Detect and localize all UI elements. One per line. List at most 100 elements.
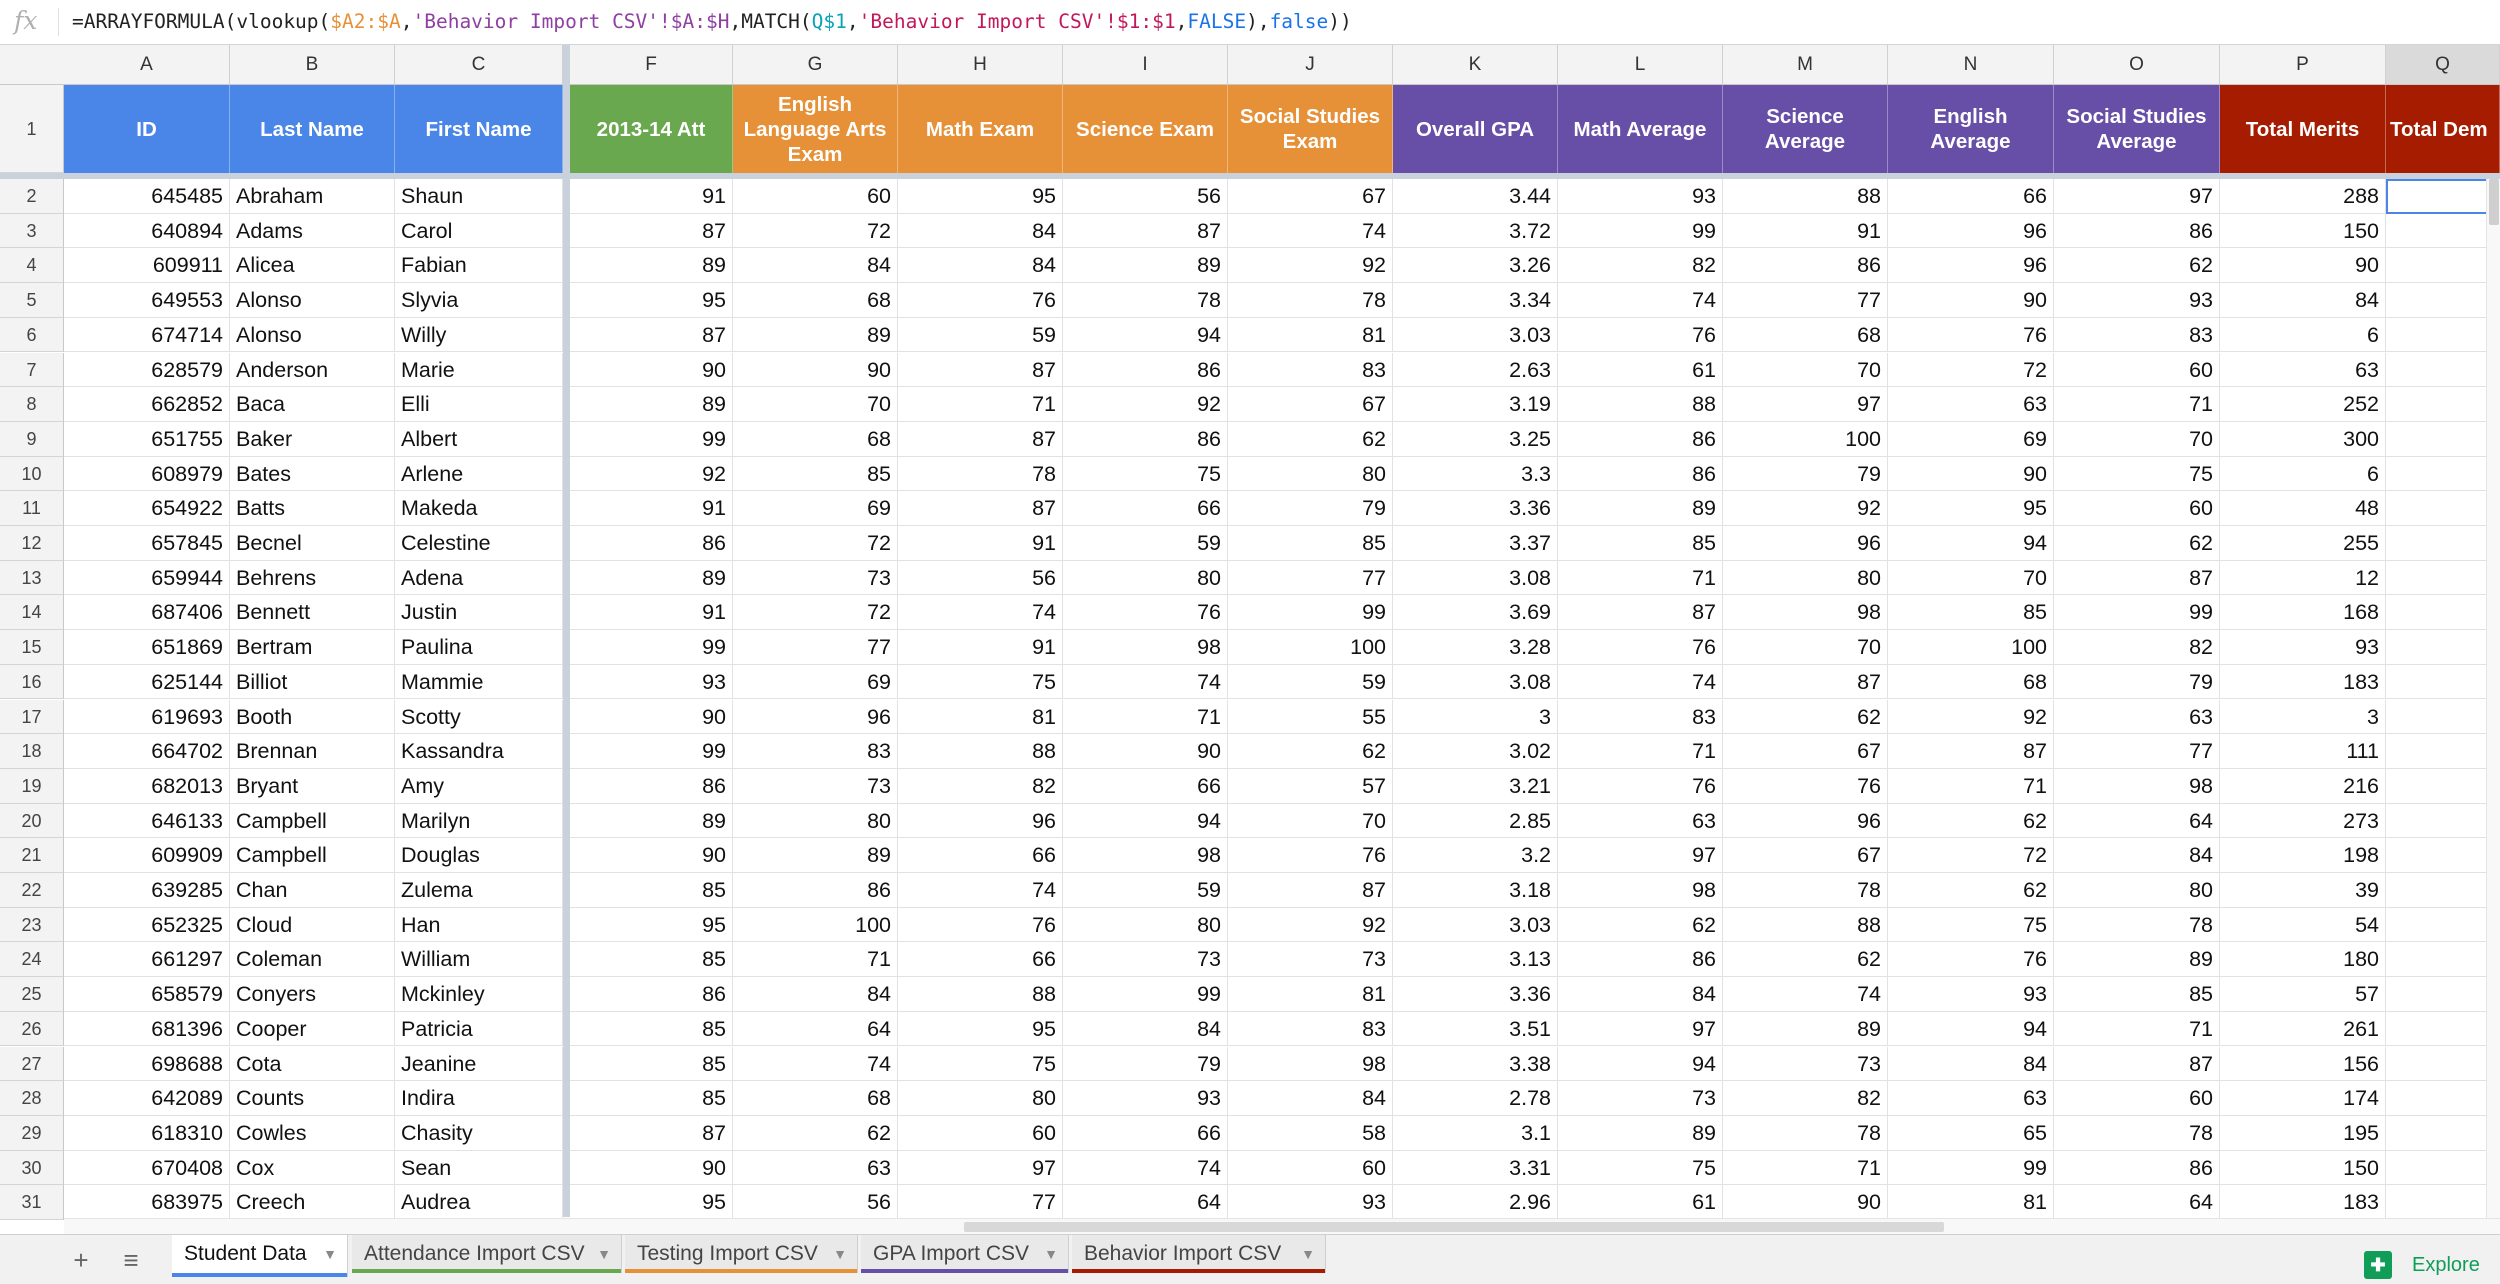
- cell-b[interactable]: Becnel: [230, 526, 395, 561]
- cell-p[interactable]: 84: [2220, 283, 2386, 318]
- column-header-p[interactable]: P: [2220, 45, 2386, 84]
- cell-g[interactable]: 73: [733, 768, 898, 804]
- cell-m[interactable]: 87: [1723, 664, 1888, 700]
- cell-j[interactable]: 98: [1228, 1046, 1393, 1082]
- cell-q[interactable]: [2386, 699, 2500, 735]
- header-cell-i[interactable]: Science Exam: [1063, 85, 1228, 173]
- cell-q[interactable]: [2386, 456, 2500, 492]
- header-cell-p[interactable]: Total Merits: [2220, 85, 2386, 173]
- cell-i[interactable]: 98: [1063, 630, 1228, 665]
- cell-l[interactable]: 85: [1558, 526, 1723, 561]
- cell-o[interactable]: 70: [2054, 421, 2220, 457]
- cell-i[interactable]: 87: [1063, 213, 1228, 249]
- cell-b[interactable]: Conyers: [230, 977, 395, 1012]
- cell-b[interactable]: Alonso: [230, 317, 395, 353]
- cell-j[interactable]: 85: [1228, 526, 1393, 561]
- cell-f[interactable]: 99: [570, 734, 733, 769]
- cell-c[interactable]: Celestine: [395, 526, 563, 561]
- cell-n[interactable]: 70: [1888, 560, 2054, 596]
- cell-b[interactable]: Anderson: [230, 352, 395, 388]
- sheet-tab-behavior-import-csv[interactable]: Behavior Import CSV ▼: [1072, 1235, 1326, 1273]
- cell-b[interactable]: Cooper: [230, 1011, 395, 1047]
- cell-h[interactable]: 87: [898, 491, 1063, 526]
- cell-j[interactable]: 60: [1228, 1150, 1393, 1186]
- cell-a[interactable]: 687406: [64, 595, 230, 631]
- cell-k[interactable]: 3.34: [1393, 283, 1558, 318]
- cell-n[interactable]: 63: [1888, 387, 2054, 422]
- cell-f[interactable]: 90: [570, 699, 733, 735]
- column-header-q[interactable]: Q: [2386, 45, 2500, 84]
- cell-g[interactable]: 84: [733, 248, 898, 284]
- cell-n[interactable]: 69: [1888, 421, 2054, 457]
- cell-c[interactable]: Audrea: [395, 1185, 563, 1220]
- cell-n[interactable]: 66: [1888, 179, 2054, 214]
- cell-j[interactable]: 79: [1228, 491, 1393, 526]
- cell-k[interactable]: 2.96: [1393, 1185, 1558, 1220]
- cell-o[interactable]: 71: [2054, 1011, 2220, 1047]
- header-cell-f[interactable]: 2013-14 Att: [570, 85, 733, 173]
- cell-j[interactable]: 100: [1228, 630, 1393, 665]
- cell-m[interactable]: 77: [1723, 283, 1888, 318]
- explore-icon[interactable]: ✚: [2364, 1251, 2392, 1279]
- cell-p[interactable]: 252: [2220, 387, 2386, 422]
- cell-k[interactable]: 3.69: [1393, 595, 1558, 631]
- cell-j[interactable]: 73: [1228, 942, 1393, 978]
- cell-l[interactable]: 94: [1558, 1046, 1723, 1082]
- cell-p[interactable]: 48: [2220, 491, 2386, 526]
- cell-a[interactable]: 645485: [64, 179, 230, 214]
- cell-q[interactable]: [2386, 283, 2500, 318]
- cell-q[interactable]: [2386, 630, 2500, 665]
- cell-o[interactable]: 97: [2054, 179, 2220, 214]
- cell-b[interactable]: Alicea: [230, 248, 395, 284]
- column-header-a[interactable]: A: [64, 45, 230, 84]
- column-header-f[interactable]: F: [570, 45, 733, 84]
- cell-l[interactable]: 71: [1558, 734, 1723, 769]
- cell-m[interactable]: 88: [1723, 907, 1888, 943]
- cell-a[interactable]: 651755: [64, 421, 230, 457]
- cell-f[interactable]: 92: [570, 456, 733, 492]
- cell-l[interactable]: 63: [1558, 803, 1723, 839]
- cell-f[interactable]: 85: [570, 1081, 733, 1116]
- cell-b[interactable]: Abraham: [230, 179, 395, 214]
- cell-f[interactable]: 89: [570, 803, 733, 839]
- cell-g[interactable]: 71: [733, 942, 898, 978]
- cell-m[interactable]: 67: [1723, 734, 1888, 769]
- cell-p[interactable]: 111: [2220, 734, 2386, 769]
- cell-a[interactable]: 670408: [64, 1150, 230, 1186]
- cell-n[interactable]: 63: [1888, 1081, 2054, 1116]
- cell-o[interactable]: 80: [2054, 873, 2220, 908]
- cell-m[interactable]: 78: [1723, 873, 1888, 908]
- row-number[interactable]: 1: [0, 85, 64, 173]
- cell-c[interactable]: Paulina: [395, 630, 563, 665]
- vertical-scroll-thumb[interactable]: [2489, 179, 2499, 225]
- cell-p[interactable]: 168: [2220, 595, 2386, 631]
- cell-m[interactable]: 89: [1723, 1011, 1888, 1047]
- cell-m[interactable]: 76: [1723, 768, 1888, 804]
- cell-k[interactable]: 3.21: [1393, 768, 1558, 804]
- cell-m[interactable]: 62: [1723, 942, 1888, 978]
- cell-f[interactable]: 85: [570, 942, 733, 978]
- cell-m[interactable]: 100: [1723, 421, 1888, 457]
- cell-k[interactable]: 3.03: [1393, 907, 1558, 943]
- cell-n[interactable]: 65: [1888, 1115, 2054, 1151]
- cell-h[interactable]: 60: [898, 1115, 1063, 1151]
- cell-a[interactable]: 683975: [64, 1185, 230, 1220]
- cell-j[interactable]: 83: [1228, 1011, 1393, 1047]
- cell-o[interactable]: 60: [2054, 1081, 2220, 1116]
- cell-m[interactable]: 79: [1723, 456, 1888, 492]
- cell-j[interactable]: 87: [1228, 873, 1393, 908]
- cell-h[interactable]: 87: [898, 352, 1063, 388]
- cell-n[interactable]: 81: [1888, 1185, 2054, 1220]
- header-cell-o[interactable]: Social Studies Average: [2054, 85, 2220, 173]
- cell-i[interactable]: 94: [1063, 803, 1228, 839]
- cell-f[interactable]: 85: [570, 1011, 733, 1047]
- cell-b[interactable]: Bryant: [230, 768, 395, 804]
- frozen-column-divider[interactable]: [563, 45, 570, 1217]
- cell-l[interactable]: 74: [1558, 283, 1723, 318]
- cell-p[interactable]: 90: [2220, 248, 2386, 284]
- cell-q[interactable]: [2386, 560, 2500, 596]
- cell-p[interactable]: 6: [2220, 456, 2386, 492]
- cell-q[interactable]: [2386, 491, 2500, 526]
- cell-q[interactable]: [2386, 213, 2500, 249]
- cell-l[interactable]: 62: [1558, 907, 1723, 943]
